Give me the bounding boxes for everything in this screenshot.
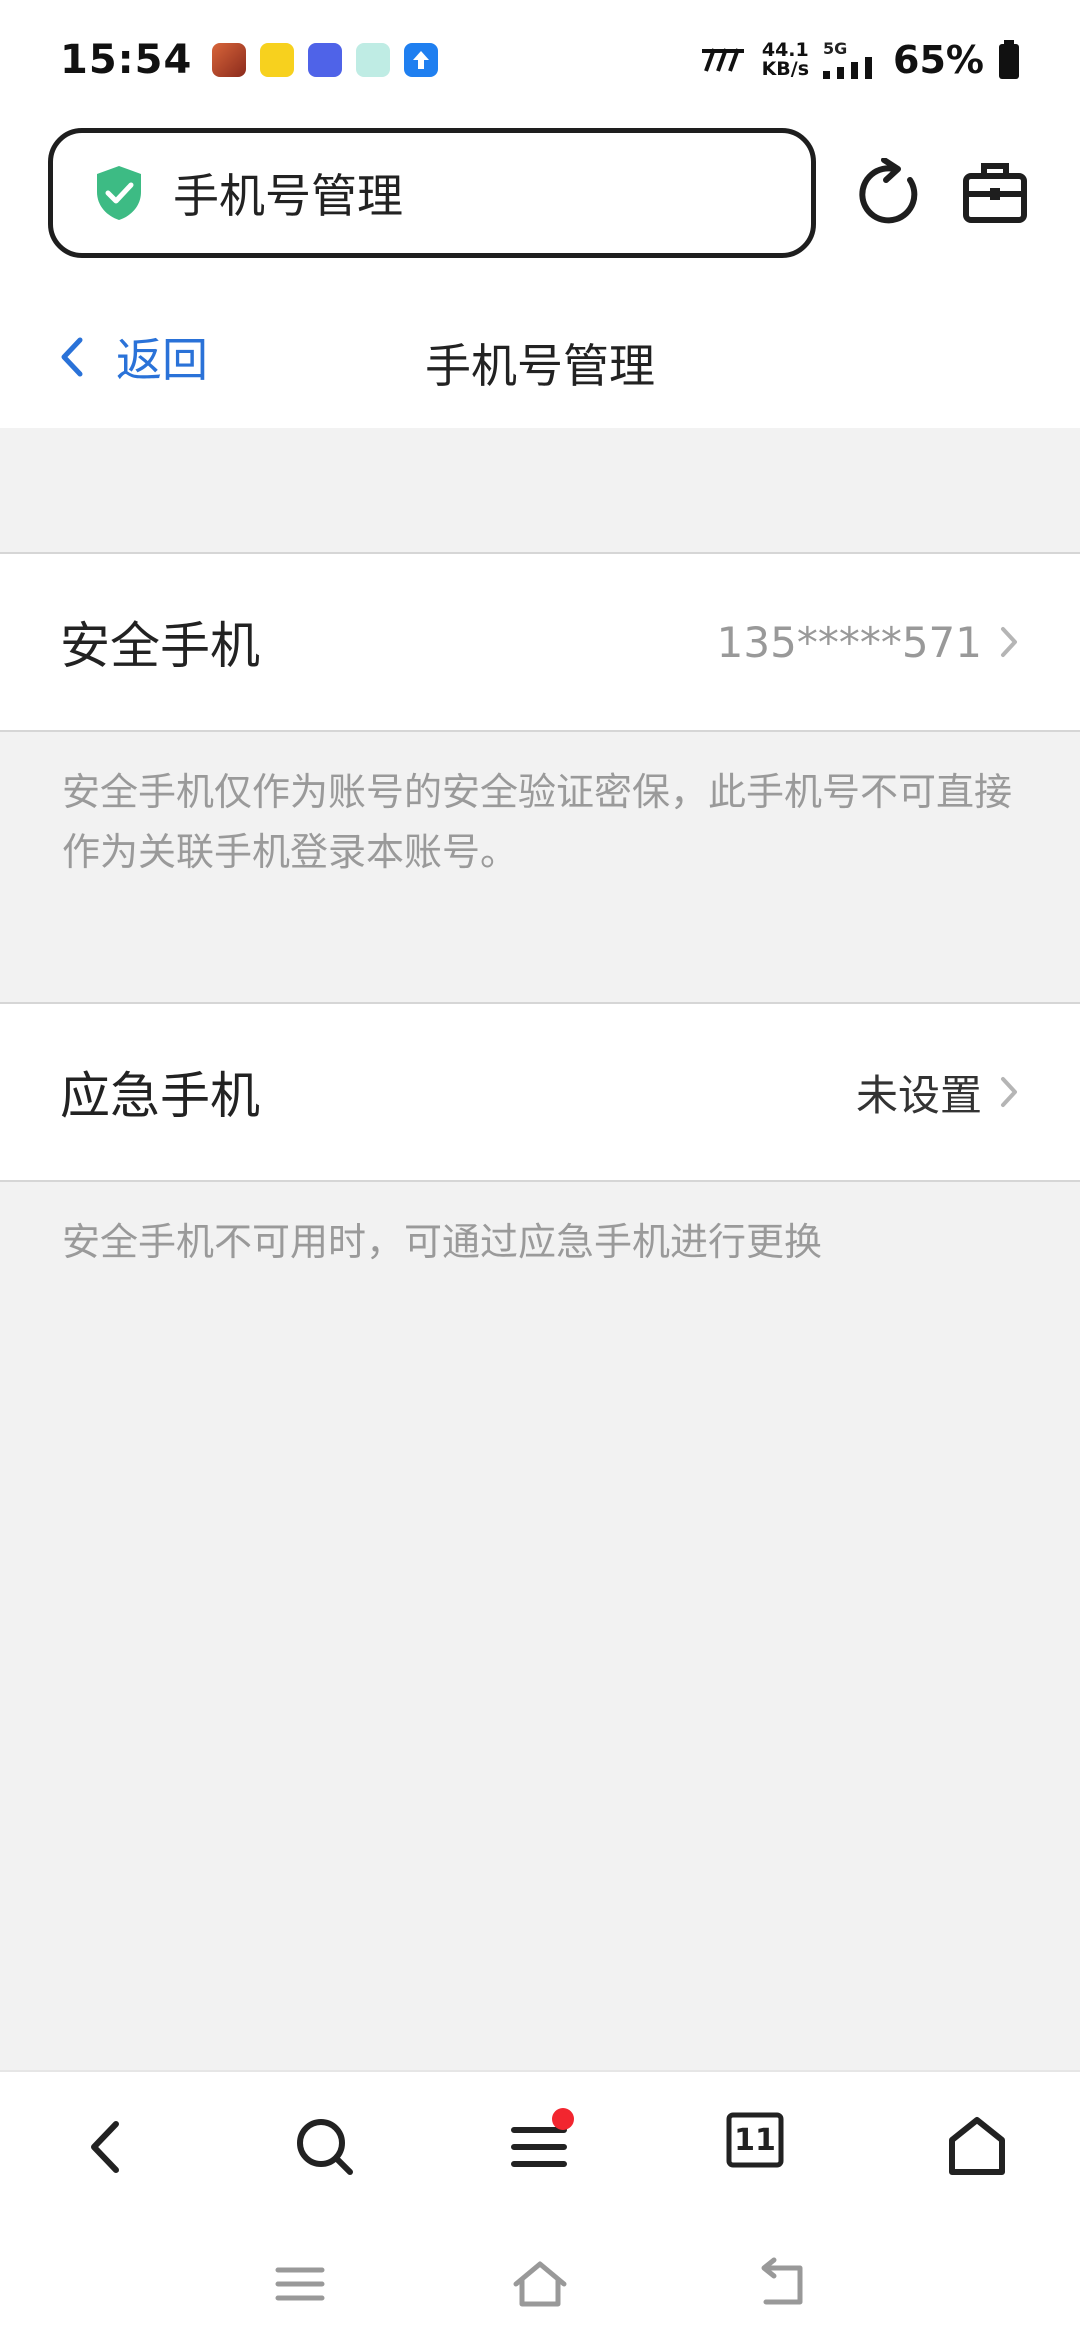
yellow-app-icon xyxy=(260,43,295,77)
system-recents-button[interactable] xyxy=(270,2254,330,2314)
system-home-button[interactable] xyxy=(510,2254,570,2314)
security-phone-label: 安全手机 xyxy=(60,617,260,675)
net-speed-unit: KB/s xyxy=(761,58,810,80)
network-type: 5G xyxy=(823,39,848,58)
signal-bars-icon xyxy=(823,57,873,79)
security-phone-row[interactable]: 安全手机 135*****571 xyxy=(0,552,1080,732)
menu-icon xyxy=(275,2267,325,2301)
system-nav-bar xyxy=(0,2220,1080,2344)
upload-app-icon xyxy=(404,43,439,77)
toolbox-button[interactable] xyxy=(960,158,1030,228)
nav-back-button[interactable] xyxy=(72,2112,142,2182)
net-speed: 44.1 KB/s xyxy=(762,41,809,79)
security-phone-value: 135*****571 xyxy=(716,617,982,667)
screen: 15:54 44.1 KB/s 5G 65% 手机号管理 返回 手机号管理 安全… xyxy=(0,0,1080,2344)
emergency-phone-hint: 安全手机不可用时，可通过应急手机进行更换 xyxy=(62,1220,823,1264)
home-icon xyxy=(949,2117,1005,2175)
game-app-icon xyxy=(212,43,247,77)
refresh-icon xyxy=(859,157,918,224)
battery-icon xyxy=(999,40,1019,79)
security-phone-hint: 安全手机仅作为账号的安全验证密保，此手机号不可直接作为关联手机登录本账号。 xyxy=(62,770,1013,874)
vivo-app-icon xyxy=(308,43,343,77)
nav-home-button[interactable] xyxy=(942,2112,1012,2182)
nav-tabs-button[interactable]: 11 xyxy=(726,2112,796,2182)
chevron-right-icon xyxy=(1001,627,1017,657)
tab-count: 11 xyxy=(734,2122,776,2158)
hd-icon xyxy=(701,48,744,72)
status-right: 44.1 KB/s 5G 65% xyxy=(701,38,1020,82)
notification-icons xyxy=(212,43,439,77)
nav-search-button[interactable] xyxy=(290,2112,360,2182)
system-back-button[interactable] xyxy=(752,2254,812,2314)
shield-check-icon xyxy=(97,166,141,220)
emergency-phone-value: 未设置 xyxy=(855,1070,982,1120)
address-bar[interactable]: 手机号管理 xyxy=(48,128,816,258)
battery-percent: 65% xyxy=(893,38,984,82)
chevron-left-icon xyxy=(91,2121,119,2173)
address-text: 手机号管理 xyxy=(173,169,403,223)
emergency-phone-row[interactable]: 应急手机 未设置 xyxy=(0,1002,1080,1182)
toolbox-icon xyxy=(963,163,1027,223)
emergency-phone-label: 应急手机 xyxy=(60,1067,260,1125)
refresh-button[interactable] xyxy=(854,157,924,228)
page-header: 返回 手机号管理 xyxy=(0,270,1080,428)
back-arrow-icon xyxy=(761,2257,803,2305)
nav-menu-button[interactable] xyxy=(506,2108,576,2182)
signal-indicator: 5G xyxy=(823,41,879,79)
chat-app-icon xyxy=(356,43,391,77)
notification-dot xyxy=(552,2108,574,2130)
browser-bottom-nav: 11 xyxy=(0,2070,1080,2220)
status-bar: 15:54 44.1 KB/s 5G 65% xyxy=(0,0,1080,120)
home-icon xyxy=(513,2261,567,2307)
page-title: 手机号管理 xyxy=(425,339,655,393)
browser-toolbar: 手机号管理 xyxy=(0,120,1080,270)
search-icon xyxy=(297,2119,353,2175)
status-time: 15:54 xyxy=(60,37,193,83)
chevron-right-icon xyxy=(1001,1077,1017,1107)
